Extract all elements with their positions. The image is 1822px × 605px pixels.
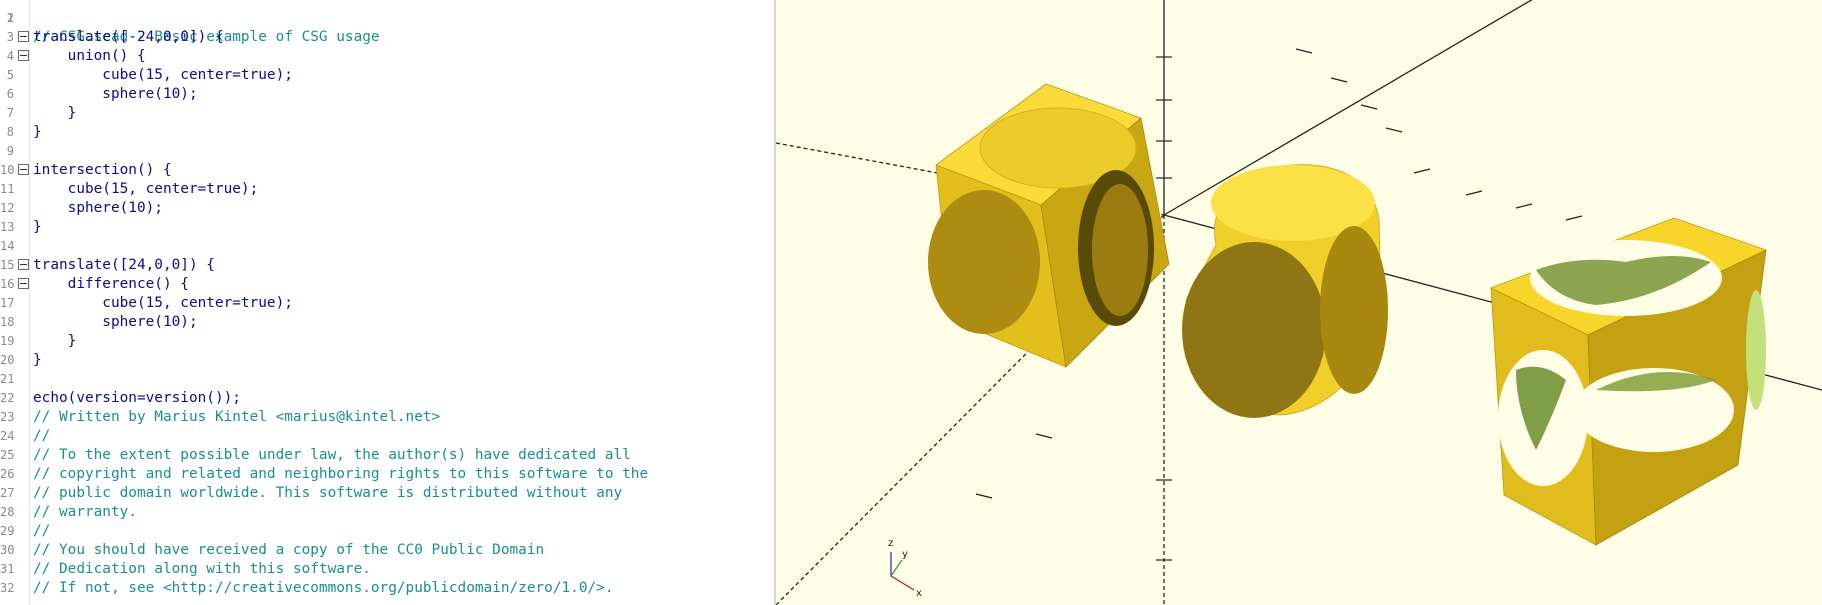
line-number: 17	[0, 296, 15, 310]
code-text: translate([-24,0,0]) {	[33, 29, 224, 45]
fold-toggle-icon[interactable]	[18, 278, 29, 289]
line-number: 23	[0, 410, 15, 424]
code-text: // copyright and related and neighboring…	[33, 466, 649, 482]
line-number: 32	[0, 581, 15, 595]
code-text: cube(15, center=true);	[33, 295, 293, 311]
3d-viewport[interactable]: z y x	[776, 0, 1822, 605]
line-number: 8	[6, 125, 14, 139]
line-number: 30	[0, 543, 15, 557]
code-text: translate([24,0,0]) {	[33, 257, 215, 273]
code-text: // If not, see <http://creativecommons.o…	[33, 580, 614, 596]
3d-scene: z y x	[776, 0, 1822, 605]
code-text: // public domain worldwide. This softwar…	[33, 485, 623, 501]
line-number: 26	[0, 467, 15, 481]
gizmo-y-label: y	[902, 549, 908, 560]
intersection-object	[1182, 164, 1388, 418]
line-number: 2	[6, 11, 14, 25]
line-number: 14	[0, 239, 15, 253]
line-number: 4	[6, 49, 14, 63]
line-number: 3	[6, 30, 14, 44]
line-number: 27	[0, 486, 15, 500]
code-text: }	[33, 352, 42, 368]
gizmo-z-label: z	[888, 538, 893, 549]
code-line-1[interactable]: 1 // CSG.scad - Basic example of CSG usa…	[0, 0, 380, 45]
line-number: 28	[0, 505, 15, 519]
code-text: }	[33, 124, 42, 140]
code-text: // Dedication along with this software.	[33, 561, 371, 577]
union-object	[928, 83, 1170, 368]
line-number: 15	[0, 258, 15, 272]
line-number: 21	[0, 372, 15, 386]
line-number: 13	[0, 220, 15, 234]
line-number: 5	[6, 68, 14, 82]
line-number: 16	[0, 277, 15, 291]
line-number: 18	[0, 315, 15, 329]
code-text: sphere(10);	[33, 314, 198, 330]
line-number: 9	[6, 144, 14, 158]
fold-toggle-icon[interactable]	[18, 164, 29, 175]
line-number: 10	[0, 163, 15, 177]
code-text: // Written by Marius Kintel <marius@kint…	[33, 409, 441, 425]
line-number: 11	[0, 182, 15, 196]
line-number: 24	[0, 429, 15, 443]
code-text: }	[33, 105, 77, 121]
line-number: 25	[0, 448, 15, 462]
code-text: // warranty.	[33, 504, 137, 520]
fold-toggle-icon[interactable]	[18, 50, 29, 61]
fold-toggle-icon[interactable]	[18, 31, 29, 42]
code-text: union() {	[33, 48, 146, 64]
line-number: 6	[6, 87, 14, 101]
code-editor[interactable]: 1 // CSG.scad - Basic example of CSG usa…	[0, 0, 774, 605]
line-number: 29	[0, 524, 15, 538]
code-text: intersection() {	[33, 162, 172, 178]
line-number: 31	[0, 562, 15, 576]
code-text: sphere(10);	[33, 86, 198, 102]
code-text: echo(version=version());	[33, 390, 241, 406]
code-text: //	[33, 428, 51, 444]
code-text: sphere(10);	[33, 200, 163, 216]
gizmo-x-label: x	[916, 588, 922, 599]
code-text: // You should have received a copy of th…	[33, 542, 545, 558]
fold-toggle-icon[interactable]	[18, 259, 29, 270]
difference-object	[1489, 217, 1768, 546]
code-text: }	[33, 219, 42, 235]
code-text: cube(15, center=true);	[33, 67, 293, 83]
code-text: //	[33, 523, 51, 539]
code-text: difference() {	[33, 276, 189, 292]
line-number: 19	[0, 334, 15, 348]
gutter-separator	[29, 0, 30, 605]
line-number: 7	[6, 106, 14, 120]
line-number: 20	[0, 353, 15, 367]
code-text: // To the extent possible under law, the…	[33, 447, 631, 463]
line-number: 12	[0, 201, 15, 215]
code-text: cube(15, center=true);	[33, 181, 259, 197]
line-number: 22	[0, 391, 15, 405]
code-text: }	[33, 333, 77, 349]
